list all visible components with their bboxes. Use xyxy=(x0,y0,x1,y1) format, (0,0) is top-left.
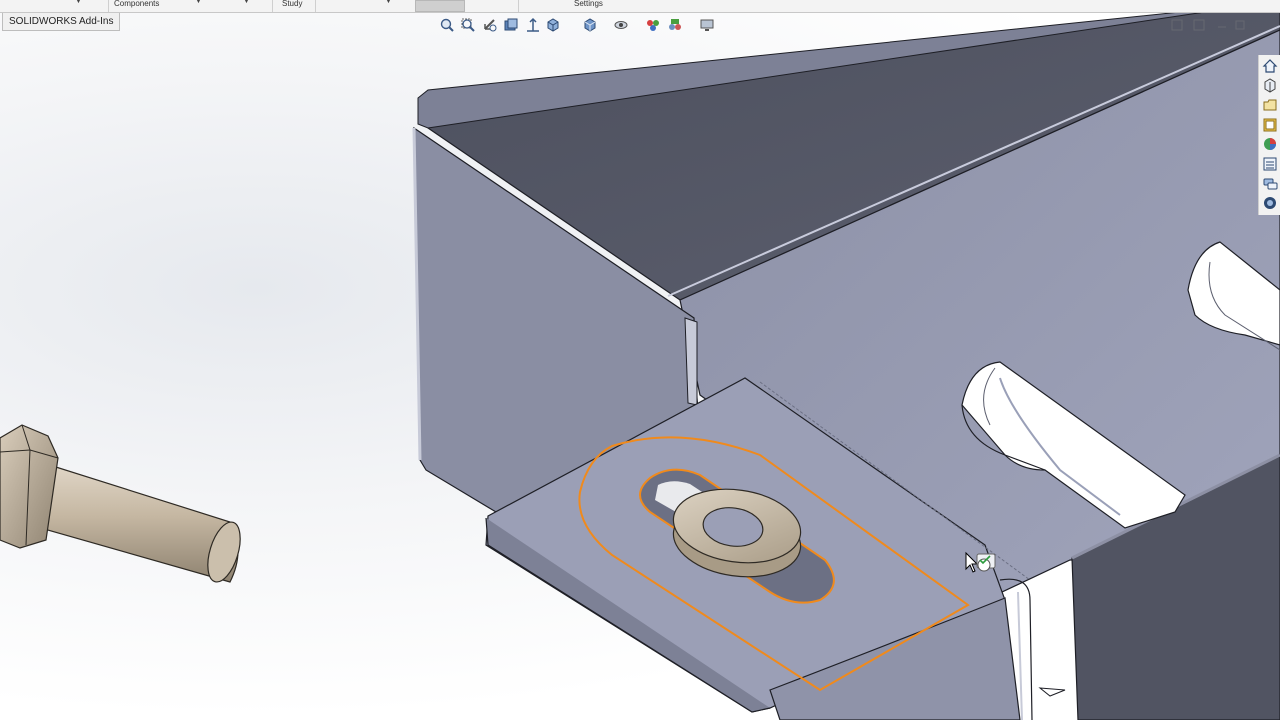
forum-icon[interactable] xyxy=(1261,175,1279,193)
sheet-metal-bracket[interactable] xyxy=(412,11,1280,720)
dropdown-caret-icon[interactable]: ▼ xyxy=(243,0,250,5)
dropdown-caret-icon[interactable]: ▼ xyxy=(75,0,82,5)
ribbon-active-button[interactable] xyxy=(415,0,465,12)
custom-properties-icon[interactable] xyxy=(1261,155,1279,173)
hide-show-items-icon[interactable] xyxy=(581,16,599,34)
model-scene[interactable] xyxy=(0,0,1280,720)
view-settings-icon[interactable] xyxy=(666,16,684,34)
file-explorer-icon[interactable] xyxy=(1261,96,1279,114)
view-orientation-icon[interactable] xyxy=(524,16,542,34)
display-style-icon[interactable] xyxy=(544,16,562,34)
view-palette-icon[interactable] xyxy=(1261,116,1279,134)
previous-view-icon[interactable] xyxy=(481,16,499,34)
command-manager-ribbon: ▼ Components ▼ ▼ Study ▼ Settings xyxy=(0,0,1280,13)
document-window-controls xyxy=(1168,18,1258,32)
task-pane xyxy=(1258,55,1280,215)
ribbon-item-components[interactable]: Components xyxy=(114,0,159,11)
design-library-icon[interactable] xyxy=(1261,76,1279,94)
bolt-part[interactable] xyxy=(0,424,246,586)
solidworks-resources-icon[interactable] xyxy=(1261,57,1279,75)
ribbon-item-settings[interactable]: Settings xyxy=(574,0,603,11)
tab-solidworks-add-ins[interactable]: SOLIDWORKS Add-Ins xyxy=(2,13,121,31)
apply-scene-icon[interactable] xyxy=(644,16,662,34)
graphics-area[interactable]: ▼ Components ▼ ▼ Study ▼ Settings SOLIDW… xyxy=(0,0,1280,720)
monitor-icon[interactable] xyxy=(698,16,716,34)
3dexperience-icon[interactable] xyxy=(1261,194,1279,212)
mouse-pointer-icon xyxy=(962,551,1002,586)
zoom-to-fit-icon[interactable] xyxy=(438,16,456,34)
appearances-icon[interactable] xyxy=(1261,135,1279,153)
dropdown-caret-icon[interactable]: ▼ xyxy=(385,0,392,5)
section-view-icon[interactable] xyxy=(502,16,520,34)
ribbon-item-study[interactable]: Study xyxy=(282,0,302,11)
dropdown-caret-icon[interactable]: ▼ xyxy=(195,0,202,5)
zoom-to-area-icon[interactable] xyxy=(459,16,477,34)
edit-appearance-icon[interactable] xyxy=(612,16,630,34)
